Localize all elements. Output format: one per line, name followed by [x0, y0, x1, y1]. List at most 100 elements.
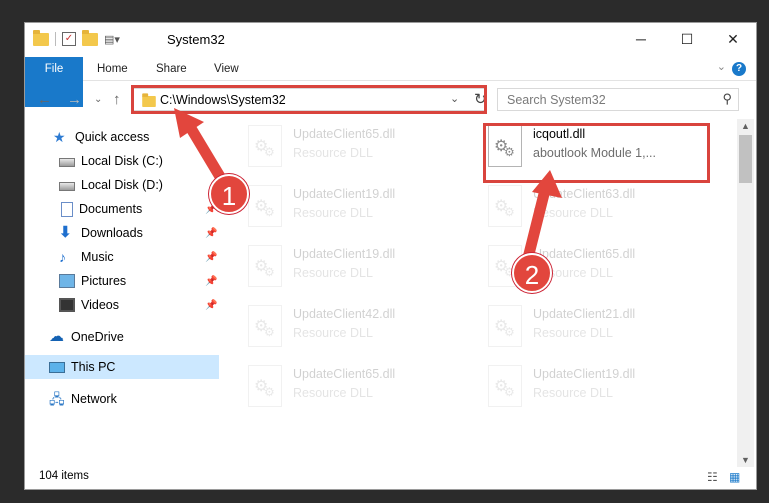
sidebar-item-label: Documents [79, 202, 143, 216]
file-item[interactable]: ⚙ ⚙ UpdateClient19.dll Resource DLL [461, 361, 687, 411]
sidebar-item-label: Network [71, 392, 117, 406]
sidebar-item-onedrive[interactable]: ☁ OneDrive [25, 325, 219, 349]
file-name: UpdateClient65.dll [293, 367, 396, 381]
pictures-icon [59, 274, 75, 288]
file-item[interactable]: ⚙ ⚙ UpdateClient19.dll Resource DLL [221, 241, 447, 291]
maximize-button[interactable]: ☐ [664, 23, 710, 55]
file-item[interactable]: ⚙ ⚙ UpdateClient63.dll Resource DLL [461, 181, 687, 231]
vertical-scrollbar[interactable]: ▲ ▼ [737, 119, 754, 467]
search-input[interactable]: Search System32 ⚲ [497, 88, 739, 111]
file-description: Resource DLL [533, 326, 613, 340]
file-description: Resource DLL [533, 386, 613, 400]
sidebar-item-label: This PC [71, 360, 116, 374]
dll-file-icon: ⚙ ⚙ [248, 125, 282, 167]
file-item[interactable]: ⚙ ⚙ UpdateClient65.dll Resource DLL [221, 361, 447, 411]
pin-icon: 📌 [205, 299, 218, 311]
file-item[interactable]: ⚙ ⚙ UpdateClient65.dll Resource DLL [461, 241, 687, 291]
back-arrow-icon[interactable]: ← [37, 91, 52, 108]
pin-icon: 📌 [205, 251, 218, 263]
file-item[interactable]: ⚙ ⚙ UpdateClient42.dll Resource DLL [221, 301, 447, 351]
sidebar-item-label: Pictures [81, 274, 127, 288]
status-bar: 104 items ☷ ▦ [25, 468, 756, 489]
file-name: UpdateClient21.dll [533, 307, 636, 321]
file-item[interactable]: ⚙ ⚙ UpdateClient21.dll Resource DLL [461, 301, 687, 351]
this-pc-icon [49, 361, 65, 373]
folder-icon [33, 29, 49, 46]
sidebar-item-documents[interactable]: Documents 📌 [25, 197, 219, 221]
scroll-thumb[interactable] [739, 135, 752, 183]
sidebar-item-videos[interactable]: Videos 📌 [25, 293, 219, 317]
sidebar-item-label: Videos [81, 298, 119, 312]
tab-share[interactable]: Share [156, 57, 187, 81]
forward-arrow-icon[interactable]: → [67, 91, 82, 108]
dll-file-icon: ⚙ ⚙ [248, 185, 282, 227]
sidebar-item-network[interactable]: 🖧 Network [25, 387, 219, 411]
videos-icon [59, 298, 75, 312]
sidebar-item-label: Quick access [75, 130, 150, 144]
file-description: Resource DLL [293, 146, 373, 160]
pin-icon: 📌 [205, 227, 218, 239]
scroll-down-icon[interactable]: ▼ [741, 455, 750, 465]
new-folder-icon[interactable] [82, 29, 98, 46]
recent-locations-icon[interactable]: ⌄ [94, 94, 102, 105]
dll-file-icon: ⚙ ⚙ [248, 365, 282, 407]
sidebar-item-local-disk-d[interactable]: Local Disk (D:) [25, 173, 219, 197]
dll-file-icon: ⚙ ⚙ [488, 365, 522, 407]
file-name: UpdateClient42.dll [293, 307, 396, 321]
step-2-badge: 2 [512, 253, 552, 293]
ribbon-tabs: File Home Share View ⌄ ? [25, 57, 756, 107]
navigation-pane: ★ Quick access Local Disk (C:) Local Dis… [25, 119, 221, 467]
downloads-icon: ⬇ [59, 224, 72, 241]
dll-file-icon: ⚙ ⚙ [248, 245, 282, 287]
properties-icon[interactable]: ✓ [62, 32, 76, 46]
music-icon: ♪ [59, 249, 66, 265]
help-icon[interactable]: ? [732, 62, 746, 76]
file-item[interactable]: ⚙ ⚙ UpdateClient19.dll Resource DLL [221, 181, 447, 231]
file-name: UpdateClient63.dll [533, 187, 636, 201]
file-name: UpdateClient65.dll [533, 247, 636, 261]
documents-icon [61, 201, 73, 217]
tab-home[interactable]: Home [97, 57, 128, 81]
step-1-badge: 1 [209, 174, 249, 214]
file-name: UpdateClient19.dll [293, 187, 396, 201]
up-arrow-icon[interactable]: ↑ [113, 91, 121, 108]
drive-icon [59, 182, 75, 191]
sidebar-item-label: Local Disk (C:) [81, 154, 163, 168]
sidebar-item-quick-access[interactable]: ★ Quick access [25, 125, 219, 149]
close-button[interactable]: ✕ [710, 23, 756, 55]
dll-file-icon: ⚙ ⚙ [488, 305, 522, 347]
onedrive-icon: ☁ [49, 328, 64, 345]
file-description: Resource DLL [293, 266, 373, 280]
customize-toolbar-icon[interactable]: ▤▾ [104, 33, 120, 46]
tab-view[interactable]: View [214, 57, 239, 81]
search-icon[interactable]: ⚲ [722, 91, 732, 107]
quick-access-icon: ★ [53, 129, 66, 145]
sidebar-item-pictures[interactable]: Pictures 📌 [25, 269, 219, 293]
separator [55, 32, 56, 46]
sidebar-item-local-disk-c[interactable]: Local Disk (C:) [25, 149, 219, 173]
address-bar-highlight [131, 85, 487, 114]
file-description: Resource DLL [533, 206, 613, 220]
minimize-button[interactable]: ─ [618, 23, 664, 55]
file-description: Resource DLL [293, 386, 373, 400]
expand-ribbon-icon[interactable]: ⌄ [717, 60, 726, 73]
sidebar-item-label: Local Disk (D:) [81, 178, 163, 192]
sidebar-item-label: Music [81, 250, 114, 264]
sidebar-item-downloads[interactable]: ⬇ Downloads 📌 [25, 221, 219, 245]
dll-file-icon: ⚙ ⚙ [248, 305, 282, 347]
network-icon: 🖧 [49, 391, 65, 407]
quick-access-toolbar: ✓ ▤▾ [33, 29, 120, 46]
file-name: UpdateClient19.dll [533, 367, 636, 381]
window-title: System32 [167, 32, 225, 47]
file-item[interactable]: ⚙ ⚙ UpdateClient65.dll Resource DLL [221, 121, 447, 171]
large-icons-view-icon[interactable]: ▦ [729, 470, 740, 484]
drive-icon [59, 158, 75, 167]
sidebar-item-music[interactable]: ♪ Music 📌 [25, 245, 219, 269]
details-view-icon[interactable]: ☷ [707, 470, 718, 484]
file-name: UpdateClient65.dll [293, 127, 396, 141]
file-highlight [483, 123, 710, 183]
file-name: UpdateClient19.dll [293, 247, 396, 261]
title-bar: ✓ ▤▾ System32 ─ ☐ ✕ [25, 23, 756, 55]
scroll-up-icon[interactable]: ▲ [741, 121, 750, 131]
sidebar-item-this-pc[interactable]: This PC [25, 355, 219, 379]
